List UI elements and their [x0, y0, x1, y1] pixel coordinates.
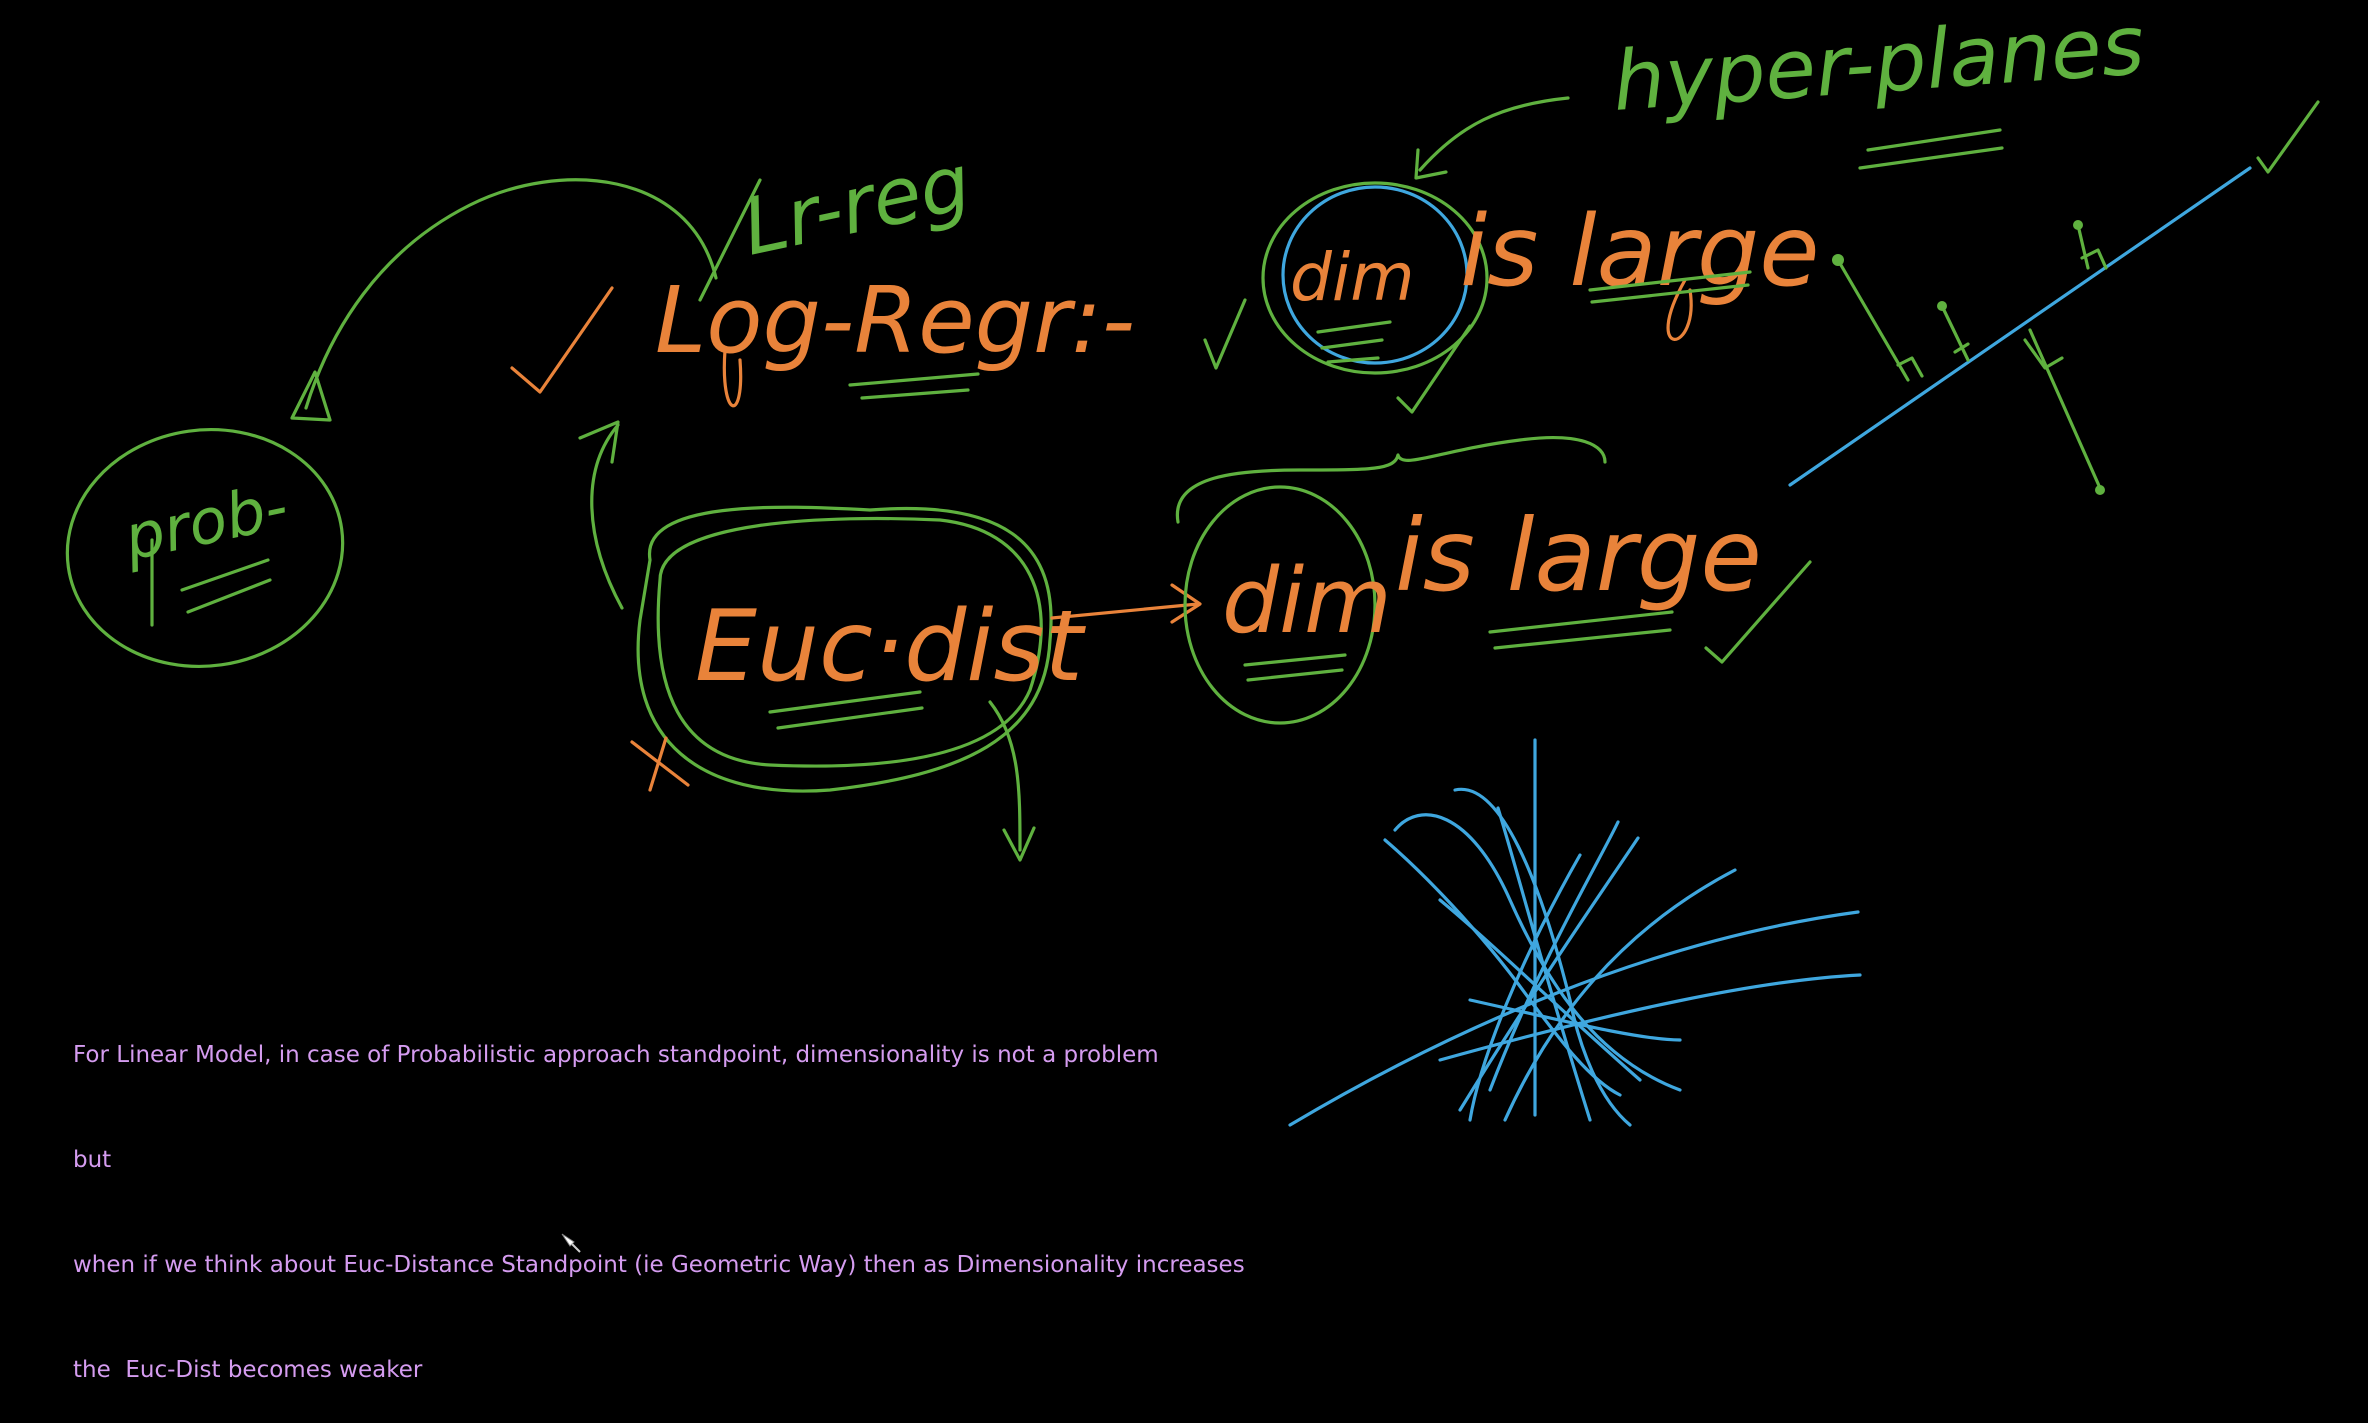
hyperplane-check — [2256, 100, 2320, 174]
lecture-note: For Linear Model, in case of Probabilist… — [73, 968, 1245, 1423]
dim-top-underline — [1316, 320, 1392, 364]
dim-top-group: hyper-planes dim is large — [1203, 0, 2147, 414]
log-regr-underline — [848, 372, 980, 400]
arrow-hyperplanes-to-dim — [1418, 96, 1570, 172]
log-regr-check — [510, 286, 614, 394]
note-line-4: the Euc-Dist becomes weaker — [73, 1357, 423, 1383]
hyperplane-sketch — [1788, 100, 2320, 495]
projection-2 — [1940, 304, 1970, 362]
is-large-mid-label: is large — [1395, 497, 1762, 614]
point-2 — [1937, 301, 1947, 311]
prob-circle-group: prob- — [65, 427, 345, 669]
point-1 — [1832, 254, 1844, 266]
pen-cursor-icon — [561, 1233, 581, 1253]
note-line-1: For Linear Model, in case of Probabilist… — [73, 1042, 1159, 1068]
lr-reg-label: Lr-reg — [735, 138, 978, 274]
log-regr-group: Lr-reg Log-Regr:- — [510, 138, 1135, 408]
is-large-top-label: is large — [1460, 195, 1820, 309]
hyper-planes-underline — [1858, 128, 2004, 170]
point-4 — [2095, 485, 2105, 495]
hyper-planes-label: hyper-planes — [1610, 0, 2147, 130]
dim-top-label: dim — [1290, 239, 1415, 316]
is-large-mid-underline — [1488, 610, 1674, 650]
euc-dist-label: Euc·dist — [695, 590, 1087, 704]
projection-1 — [1836, 258, 1924, 382]
note-line-2: but — [73, 1147, 112, 1173]
arrowhead-to-dim — [1414, 148, 1448, 180]
arrow-euc-to-logregr — [590, 423, 624, 610]
log-regr-label: Log-Regr:- — [655, 267, 1135, 374]
dim-mid-underline — [1243, 653, 1347, 682]
point-3 — [2073, 220, 2083, 230]
dim-mid-label: dim — [1222, 549, 1392, 654]
euc-dist-cross — [630, 736, 690, 792]
projection-3 — [2076, 223, 2108, 270]
hyperplane-line — [1788, 166, 2252, 487]
prob-underline — [180, 558, 272, 614]
dim-mid-group: dim is large — [1175, 436, 1812, 725]
projection-4 — [2023, 328, 2102, 490]
dim-top-left-check — [1203, 298, 1247, 370]
euc-dist-group: Euc·dist — [578, 420, 1087, 862]
blue-scribble — [1288, 738, 1862, 1127]
note-line-3: when if we think about Euc-Distance Stan… — [73, 1252, 1245, 1278]
